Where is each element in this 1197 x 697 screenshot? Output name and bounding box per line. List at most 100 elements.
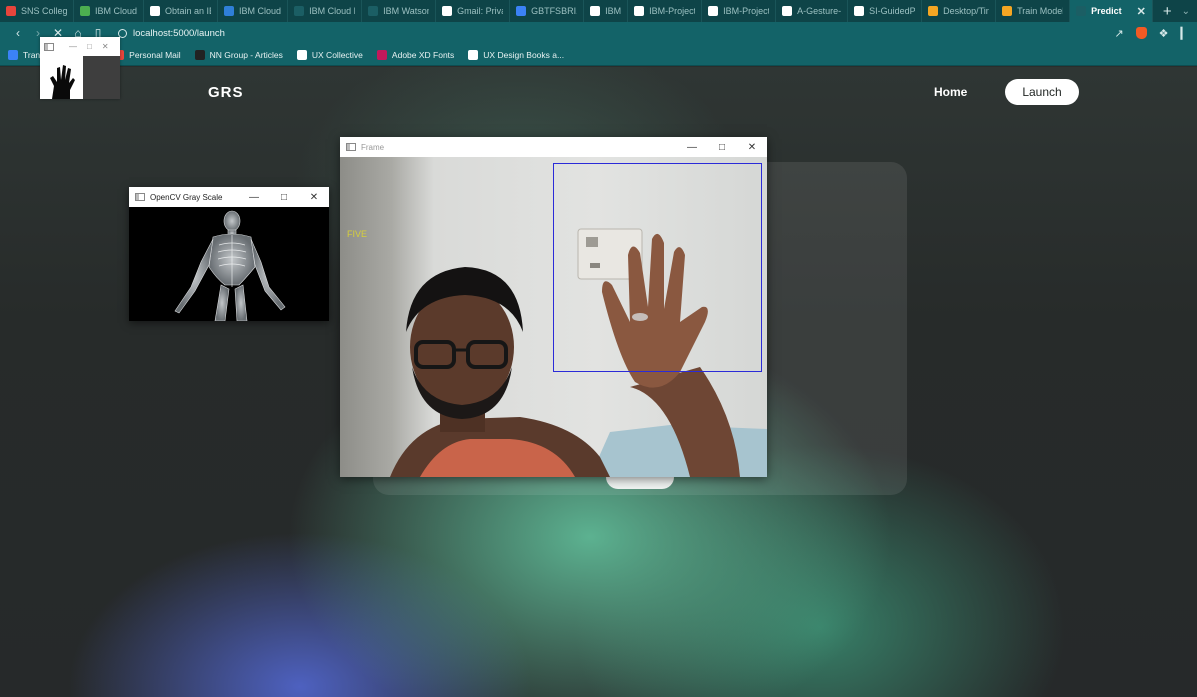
tab-label[interactable]: IBM [605,6,621,16]
tab-label[interactable]: IBM Cloud [239,6,281,16]
tab-label[interactable]: IBM-Project [723,6,769,16]
mask-preview-window[interactable]: — □ ✕ [40,37,120,99]
minimize-icon[interactable]: — [677,142,707,153]
bookmark-label[interactable]: UX Collective [312,50,363,60]
share-icon[interactable]: ↗ [1114,27,1123,40]
tab-favicon-icon [294,6,305,16]
sidebar-toggle-icon[interactable]: ▎ [1181,27,1189,40]
skeleton-xray-image [129,207,329,322]
browser-tab-bar: SNS College IBM Cloud Obtain an IB IBM Clou… [0,0,1197,22]
tab-favicon-icon [442,6,453,16]
tab-favicon-icon [516,6,527,16]
browser-tab[interactable]: Desktop/Tin [922,0,997,22]
bookmark-item[interactable]: UX Design Books a... [468,49,564,60]
close-icon[interactable]: ✕ [737,142,767,153]
tab-favicon-icon [634,6,645,16]
tab-label[interactable]: Desktop/Tin [943,6,989,16]
url-text[interactable]: localhost:5000/launch [133,28,225,39]
tab-label[interactable]: Train Model [1017,6,1063,16]
site-logo[interactable]: GRS [208,84,244,101]
bookmark-item[interactable]: NN Group - Articles [194,49,283,60]
browser-tab[interactable]: IBM-Project [628,0,703,22]
tab-label[interactable]: Obtain an IB [165,6,211,16]
close-icon[interactable]: ✕ [102,42,109,51]
tab-close-icon[interactable]: ✕ [1137,5,1146,18]
bookmark-favicon-icon [194,49,205,60]
bookmark-item[interactable]: Adobe XD Fonts [376,49,454,60]
nav-home-link[interactable]: Home [934,85,967,99]
browser-tab[interactable]: IBM-Project [702,0,777,22]
bookmark-item[interactable]: Personal Mail [114,49,181,60]
tab-label[interactable]: IBM Watson [383,6,429,16]
minimize-icon[interactable]: — [69,42,77,51]
tab-favicon-icon [1002,6,1013,16]
browser-toolbar: ‹ › ✕ ⌂ ▯ localhost:5000/launch ↗ ❖ ▎ [0,22,1197,44]
mask-image [40,56,120,99]
browser-tab[interactable]: GBTFSBRI1 [510,0,585,22]
tab-label[interactable]: Gmail: Priva [457,6,503,16]
opencv-gray-window[interactable]: OpenCV Gray Scale — □ ✕ [129,187,329,322]
browser-tab[interactable]: IBM Cloud [218,0,289,22]
bookmark-favicon-icon [468,49,479,60]
back-arrow-icon[interactable]: ‹ [8,26,28,40]
tab-search-chevron-icon[interactable]: ⌄ [1182,6,1197,17]
hand-mask-region [40,56,83,99]
bookmark-favicon-icon [376,49,387,60]
bookmark-item[interactable]: Tran [8,49,40,60]
tab-label[interactable]: Predict [1091,6,1122,16]
browser-tab[interactable]: IBM Watson [362,0,437,22]
minimize-icon[interactable]: — [239,192,269,203]
tab-list: SNS College IBM Cloud Obtain an IB IBM Clou… [0,0,1153,22]
bookmark-label[interactable]: UX Design Books a... [483,50,564,60]
bookmarks-bar: Tran Personal Mail NN Group - Articles UX C… [0,44,1197,66]
gray-window-title: OpenCV Gray Scale [150,192,223,202]
browser-tab[interactable]: Gmail: Priva [436,0,511,22]
maximize-icon[interactable]: □ [707,142,737,153]
address-field[interactable]: localhost:5000/launch [118,28,225,39]
bookmark-label[interactable]: Personal Mail [129,50,181,60]
bookmark-label[interactable]: Tran [23,50,40,60]
tab-favicon-icon [368,6,379,16]
mask-window-titlebar[interactable]: — □ ✕ [40,37,120,56]
bookmark-favicon-icon [296,49,307,60]
tab-label[interactable]: A-Gesture- [797,6,841,16]
card-action-button[interactable] [606,477,674,489]
maximize-icon[interactable]: □ [87,42,92,51]
gray-window-titlebar[interactable]: OpenCV Gray Scale — □ ✕ [129,187,329,207]
tab-label[interactable]: IBM Cloud F [309,6,355,16]
webcam-frame-window[interactable]: Frame — □ ✕ FIVE [340,137,767,477]
tab-label[interactable]: IBM Cloud [95,6,137,16]
browser-tab[interactable]: Train Model [996,0,1071,22]
tab-label[interactable]: GBTFSBRI1 [531,6,577,16]
launch-button[interactable]: Launch [1005,79,1079,105]
mask-dark-region [83,56,120,99]
region-of-interest-box [553,163,762,372]
browser-tab[interactable]: SI-GuidedP [848,0,923,22]
tab-favicon-icon [80,6,90,16]
bookmark-label[interactable]: NN Group - Articles [210,50,283,60]
browser-tab[interactable]: Obtain an IB [144,0,219,22]
new-tab-button[interactable]: + [1153,3,1182,20]
browser-tab[interactable]: IBM [584,0,629,22]
tab-favicon-icon [708,6,719,16]
browser-tab[interactable]: IBM Cloud F [288,0,363,22]
brave-shield-icon[interactable] [1135,27,1147,39]
bookmark-label[interactable]: Adobe XD Fonts [392,50,454,60]
browser-tab[interactable]: A-Gesture- [776,0,849,22]
tab-favicon-icon [6,6,16,16]
tab-label[interactable]: SI-GuidedP [869,6,915,16]
hand-silhouette-icon [50,65,75,99]
maximize-icon[interactable]: □ [269,192,299,203]
tab-label[interactable]: IBM-Project [649,6,695,16]
close-icon[interactable]: ✕ [299,192,329,203]
extensions-icon[interactable]: ❖ [1159,27,1169,40]
browser-tab[interactable]: Predict ✕ [1070,0,1153,22]
browser-tab[interactable]: SNS College [0,0,74,22]
tab-favicon-icon [854,6,865,16]
bookmark-item[interactable]: UX Collective [296,49,363,60]
frame-window-titlebar[interactable]: Frame — □ ✕ [340,137,767,157]
window-app-icon [135,193,145,201]
tab-label[interactable]: SNS College [21,6,67,16]
browser-tab[interactable]: IBM Cloud [74,0,145,22]
prediction-label: FIVE [347,229,368,239]
